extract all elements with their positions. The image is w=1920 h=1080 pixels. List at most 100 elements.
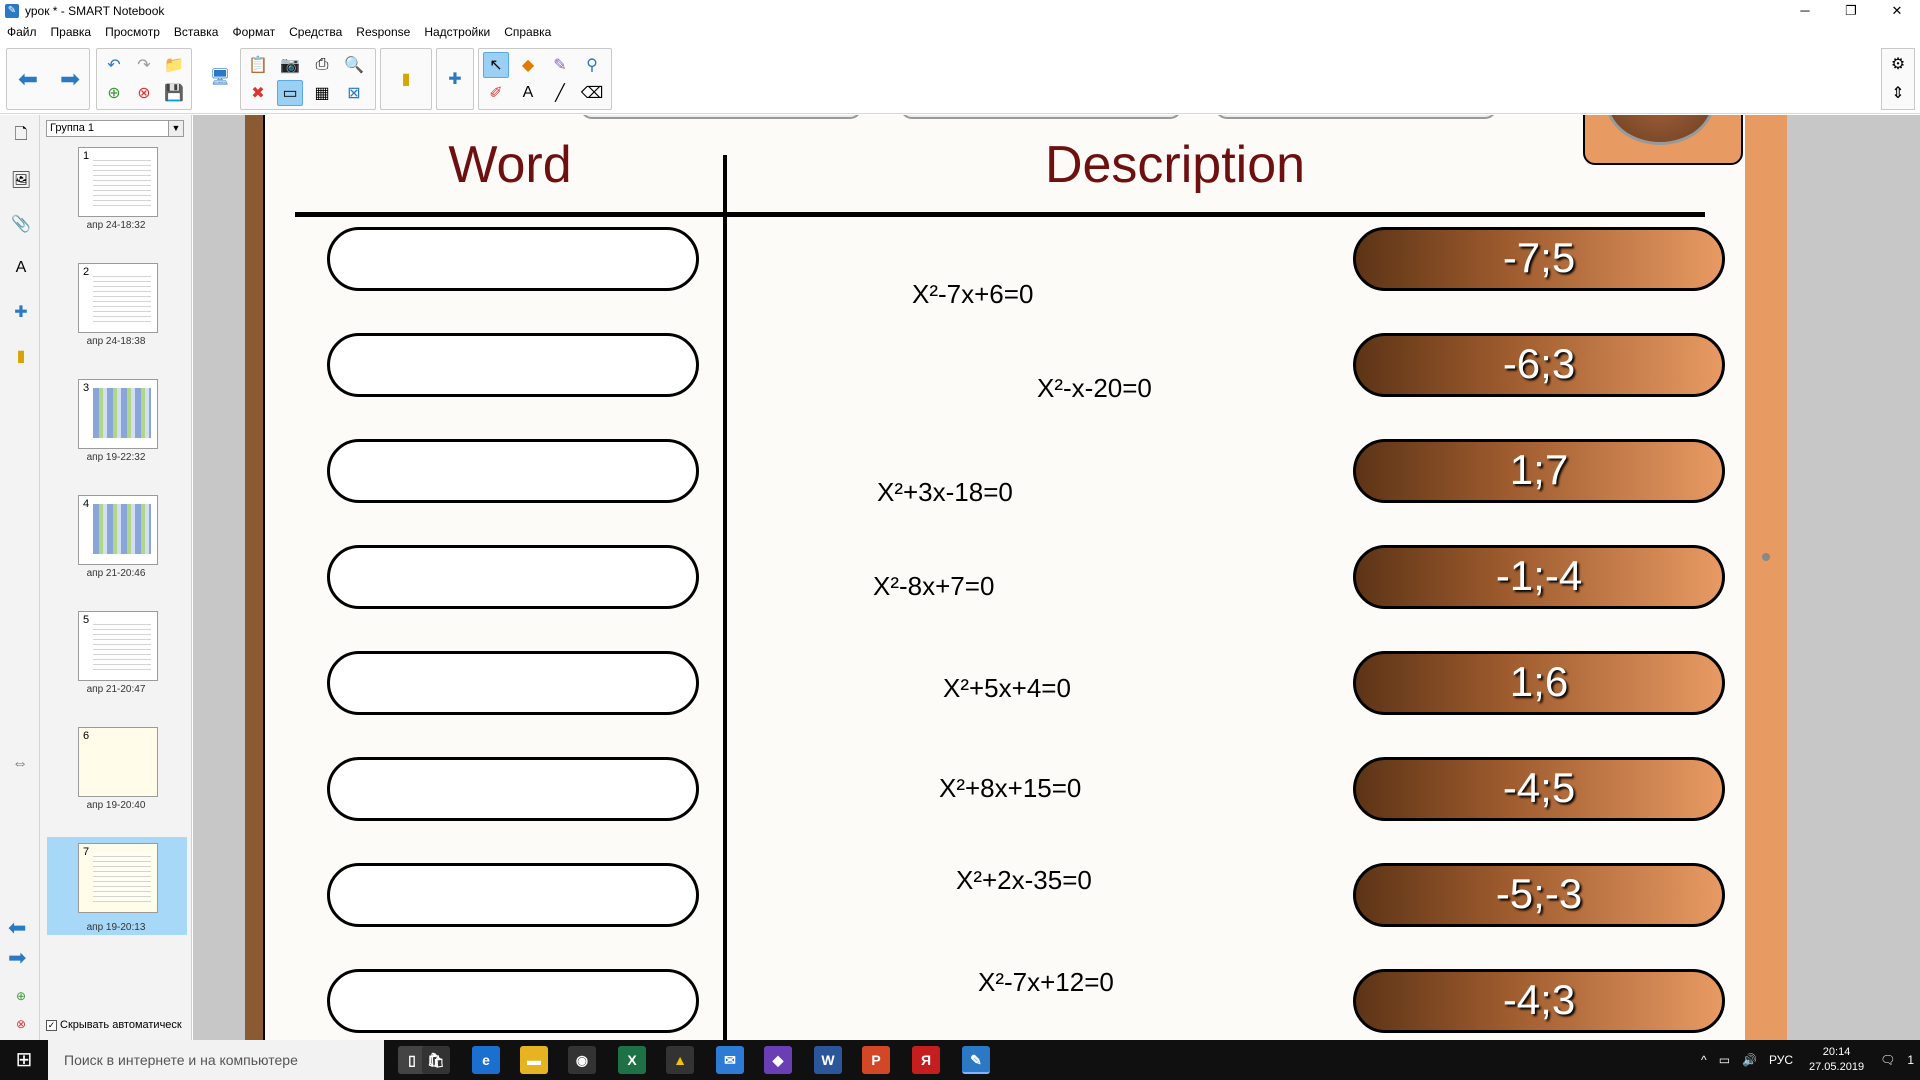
sidebar-previous-icon[interactable]: ⬅ xyxy=(8,915,26,941)
add-page-icon[interactable]: ⊕ xyxy=(101,80,127,106)
answer-box-6[interactable]: -4;5 xyxy=(1353,757,1725,821)
equation-6[interactable]: X²+8x+15=0 xyxy=(939,773,1081,804)
menu-format[interactable]: Формат xyxy=(225,25,282,39)
move-toolbar-icon[interactable]: ⇕ xyxy=(1885,80,1911,106)
word-box-7[interactable] xyxy=(327,863,699,927)
answer-box-5[interactable]: 1;6 xyxy=(1353,651,1725,715)
answer-box-4[interactable]: -1;-4 xyxy=(1353,545,1725,609)
network-icon[interactable]: ▭ xyxy=(1719,1053,1730,1067)
close-button[interactable]: ✕ xyxy=(1874,0,1920,22)
volume-icon[interactable]: 🔊 xyxy=(1742,1053,1757,1067)
addons-puzzle-icon[interactable]: ✚ xyxy=(8,299,34,325)
eraser-tool-icon[interactable]: ⌫ xyxy=(579,80,605,106)
save-icon[interactable]: 💾 xyxy=(161,80,187,106)
equation-3[interactable]: X²+3x-18=0 xyxy=(877,477,1013,508)
drive-icon[interactable]: ▲ xyxy=(666,1046,694,1074)
undo-icon[interactable]: ↶ xyxy=(101,52,127,78)
excel-icon[interactable]: X xyxy=(618,1046,646,1074)
clock[interactable]: 20:14 27.05.2019 xyxy=(1809,1045,1864,1075)
sidebar-add-page-icon[interactable]: ⊕ xyxy=(8,983,34,1009)
word-box-4[interactable] xyxy=(327,545,699,609)
edge-browser-icon[interactable]: e xyxy=(472,1046,500,1074)
table-icon[interactable]: ▦ xyxy=(309,80,335,106)
lesson-activity-icon[interactable]: ▮ xyxy=(393,66,419,92)
gear-icon[interactable]: ⚙ xyxy=(1885,51,1911,77)
page-thumbnail-2[interactable]: 2 xyxy=(78,263,158,333)
word-box-1[interactable] xyxy=(327,227,699,291)
next-page-icon[interactable]: ➡ xyxy=(57,66,83,93)
powerpoint-icon[interactable]: P xyxy=(862,1046,890,1074)
menu-response[interactable]: Response xyxy=(349,25,417,39)
page-thumbnail-6[interactable]: 6 xyxy=(78,727,158,797)
spellcheck-icon[interactable]: 🔍 xyxy=(341,52,367,78)
delete-page-icon[interactable]: ⊗ xyxy=(131,80,157,106)
maximize-button[interactable]: ❐ xyxy=(1828,0,1874,22)
redo-icon[interactable]: ↷ xyxy=(131,52,157,78)
full-screen-icon[interactable]: ▭ xyxy=(277,80,303,106)
page-thumbnail-7[interactable]: 7 xyxy=(78,843,158,913)
page-sorter-icon[interactable]: 🗋 xyxy=(8,123,34,149)
smart-notebook-taskbar-icon[interactable]: ✎ xyxy=(962,1046,990,1074)
word-box-2[interactable] xyxy=(327,333,699,397)
delete-icon[interactable]: ✖ xyxy=(245,80,271,106)
open-folder-icon[interactable]: 📁 xyxy=(161,52,187,78)
sidebar-next-icon[interactable]: ➡ xyxy=(8,945,26,971)
minimize-button[interactable]: ─ xyxy=(1782,0,1828,22)
screenshot-icon[interactable]: 📷 xyxy=(277,52,303,78)
equation-5[interactable]: X²+5x+4=0 xyxy=(943,673,1071,704)
answer-box-7[interactable]: -5;-3 xyxy=(1353,863,1725,927)
menu-file[interactable]: Файл xyxy=(0,25,44,39)
chevron-down-icon[interactable]: ▼ xyxy=(168,121,183,136)
word-box-8[interactable] xyxy=(327,969,699,1033)
menu-help[interactable]: Справка xyxy=(497,25,558,39)
pens-tool-icon[interactable]: ✐ xyxy=(483,80,509,106)
mail-icon[interactable]: ✉ xyxy=(716,1046,744,1074)
screen-icon[interactable]: 🖥 xyxy=(207,64,233,90)
onenote-icon[interactable]: ◆ xyxy=(764,1046,792,1074)
attachments-icon[interactable]: 📎 xyxy=(8,211,34,237)
magic-pen-icon[interactable]: ✎ xyxy=(547,52,573,78)
addon-puzzle-icon[interactable]: ✚ xyxy=(442,66,468,92)
menu-addons[interactable]: Надстройки xyxy=(417,25,497,39)
word-icon[interactable]: W xyxy=(814,1046,842,1074)
page-thumbnail-3[interactable]: 3 xyxy=(78,379,158,449)
word-box-3[interactable] xyxy=(327,439,699,503)
store-icon[interactable]: 🛍 xyxy=(422,1046,450,1074)
page-thumbnail-1[interactable]: 1 xyxy=(78,147,158,217)
answer-box-3[interactable]: 1;7 xyxy=(1353,439,1725,503)
checkbox-check-icon[interactable]: ✓ xyxy=(46,1019,57,1031)
answer-box-2[interactable]: -6;3 xyxy=(1353,333,1725,397)
sidebar-delete-page-icon[interactable]: ⊗ xyxy=(8,1011,34,1037)
previous-page-icon[interactable]: ⬅ xyxy=(15,66,41,93)
select-tool-icon[interactable]: ↖ xyxy=(483,52,509,78)
autohide-checkbox[interactable]: ✓ Скрывать автоматическ xyxy=(46,1019,182,1031)
equation-2[interactable]: X²-x-20=0 xyxy=(1037,373,1152,404)
page-thumbnail-4[interactable]: 4 xyxy=(78,495,158,565)
page-thumbnail-5[interactable]: 5 xyxy=(78,611,158,681)
gallery-icon[interactable]: 🖼 xyxy=(8,167,34,193)
windows-start-icon[interactable]: ⊞ xyxy=(0,1040,48,1080)
language-indicator[interactable]: РУС xyxy=(1769,1053,1793,1067)
yandex-browser-icon[interactable]: Я xyxy=(912,1046,940,1074)
equation-8[interactable]: X²-7x+12=0 xyxy=(978,967,1114,998)
menu-insert[interactable]: Вставка xyxy=(167,25,226,39)
line-tool-icon[interactable]: ╱ xyxy=(547,80,573,106)
app-icon[interactable]: ◉ xyxy=(568,1046,596,1074)
equation-4[interactable]: X²-8x+7=0 xyxy=(873,571,994,602)
equation-7[interactable]: X²+2x-35=0 xyxy=(956,865,1092,896)
file-explorer-icon[interactable]: ▬ xyxy=(520,1046,548,1074)
fill-tool-icon[interactable]: ⚲ xyxy=(579,52,605,78)
properties-icon[interactable]: A xyxy=(8,255,34,281)
text-tool-icon[interactable]: A xyxy=(515,80,541,106)
paste-icon[interactable]: 📋 xyxy=(245,52,271,78)
equation-1[interactable]: X²-7x+6=0 xyxy=(912,279,1033,310)
resize-arrows-icon[interactable]: ⇔ xyxy=(12,755,28,773)
taskbar-search-input[interactable]: Поиск в интернете и на компьютере xyxy=(48,1040,384,1080)
lesson-activity-side-icon[interactable]: ▮ xyxy=(8,343,34,369)
menu-view[interactable]: Просмотр xyxy=(98,25,167,39)
menu-tools[interactable]: Средства xyxy=(282,25,349,39)
screen-shade-icon[interactable]: ⊠ xyxy=(341,80,367,106)
document-camera-icon[interactable]: ⎙ xyxy=(309,52,335,78)
word-box-6[interactable] xyxy=(327,757,699,821)
scroll-indicator[interactable] xyxy=(1762,553,1770,561)
